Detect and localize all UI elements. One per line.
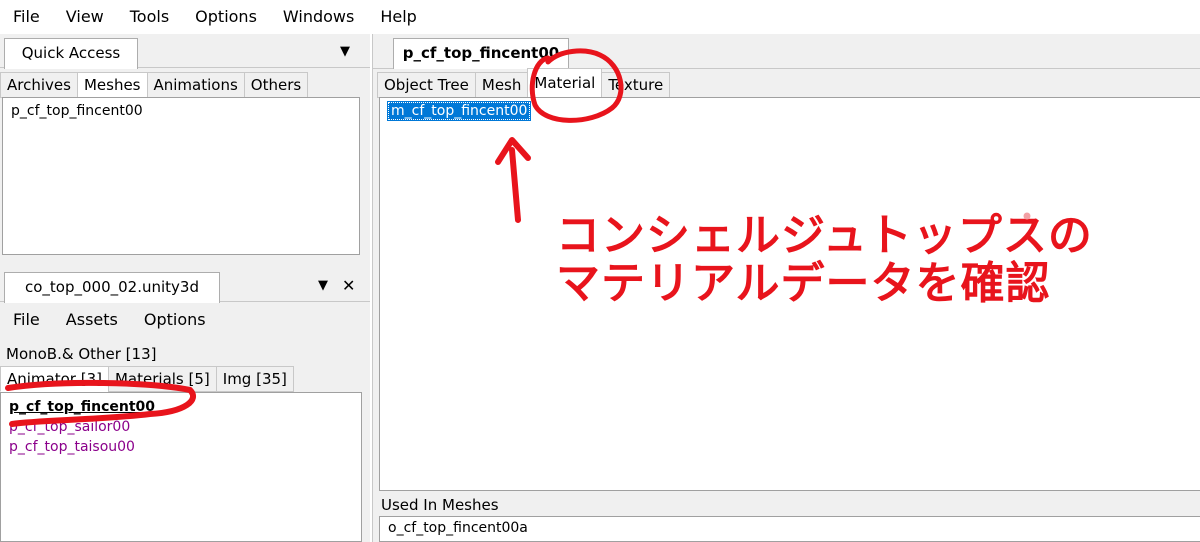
- tab-material[interactable]: Material: [527, 68, 603, 98]
- asset-menu: File Assets Options: [0, 304, 370, 334]
- quick-access-header: Quick Access ▼: [0, 34, 370, 69]
- tab-monob-other[interactable]: MonoB.& Other [13]: [0, 342, 162, 368]
- document-tabs: Object Tree Mesh Material Texture: [377, 68, 671, 98]
- tab-img[interactable]: Img [35]: [215, 366, 294, 392]
- asset-menu-assets[interactable]: Assets: [53, 310, 131, 329]
- tab-texture[interactable]: Texture: [601, 72, 671, 98]
- annotation-line-2: マテリアルデータを確認: [556, 258, 1051, 309]
- tab-animator[interactable]: Animator [3]: [0, 366, 109, 392]
- quick-access-tab[interactable]: Quick Access: [4, 38, 138, 69]
- annotation-text: コンシェルジュトップスの マテリアルデータを確認: [556, 212, 1093, 308]
- asset-header: co_top_000_02.unity3d ▼ ✕: [0, 270, 370, 303]
- tab-others[interactable]: Others: [243, 72, 309, 98]
- tab-materials[interactable]: Materials [5]: [107, 366, 217, 392]
- pin-icon[interactable]: ▼: [318, 278, 328, 293]
- list-item[interactable]: p_cf_top_fincent00: [3, 98, 359, 121]
- material-item-selected[interactable]: m_cf_top_fincent00: [386, 101, 532, 121]
- meshes-list: p_cf_top_fincent00: [2, 97, 360, 255]
- menu-help[interactable]: Help: [367, 0, 429, 34]
- tab-mesh[interactable]: Mesh: [474, 72, 529, 98]
- annotation-line-1: コンシェルジュトップスの: [556, 210, 1093, 261]
- menu-file[interactable]: File: [0, 0, 53, 34]
- menu-windows[interactable]: Windows: [270, 0, 367, 34]
- tab-meshes[interactable]: Meshes: [76, 72, 148, 98]
- asset-tabs-row1: MonoB.& Other [13]: [0, 342, 161, 368]
- tab-animations[interactable]: Animations: [146, 72, 245, 98]
- document-tab[interactable]: p_cf_top_fincent00: [393, 38, 569, 69]
- list-item-selected[interactable]: p_cf_top_fincent00: [1, 393, 361, 417]
- asset-list: p_cf_top_fincent00 p_cf_top_sailor00 p_c…: [0, 392, 362, 542]
- menu-options[interactable]: Options: [182, 0, 270, 34]
- asset-file-tab[interactable]: co_top_000_02.unity3d: [4, 272, 220, 303]
- dropdown-arrow-icon[interactable]: ▼: [340, 44, 350, 59]
- menu-view[interactable]: View: [53, 0, 117, 34]
- asset-menu-file[interactable]: File: [0, 310, 53, 329]
- close-icon[interactable]: ✕: [342, 276, 355, 295]
- asset-tabs-row2: Animator [3] Materials [5] Img [35]: [0, 366, 294, 392]
- list-item[interactable]: p_cf_top_taisou00: [1, 437, 361, 457]
- left-panel: Quick Access ▼ Archives Meshes Animation…: [0, 34, 370, 542]
- asset-menu-options[interactable]: Options: [131, 310, 219, 329]
- used-in-meshes-list: o_cf_top_fincent00a: [379, 516, 1200, 542]
- tab-object-tree[interactable]: Object Tree: [377, 72, 476, 98]
- tab-archives[interactable]: Archives: [0, 72, 78, 98]
- menu-tools[interactable]: Tools: [117, 0, 182, 34]
- quick-access-tabs: Archives Meshes Animations Others: [0, 72, 309, 98]
- menu-bar: File View Tools Options Windows Help: [0, 0, 1200, 34]
- list-item[interactable]: p_cf_top_sailor00: [1, 417, 361, 437]
- used-in-meshes-label: Used In Meshes: [381, 496, 499, 514]
- list-item[interactable]: o_cf_top_fincent00a: [380, 517, 1200, 538]
